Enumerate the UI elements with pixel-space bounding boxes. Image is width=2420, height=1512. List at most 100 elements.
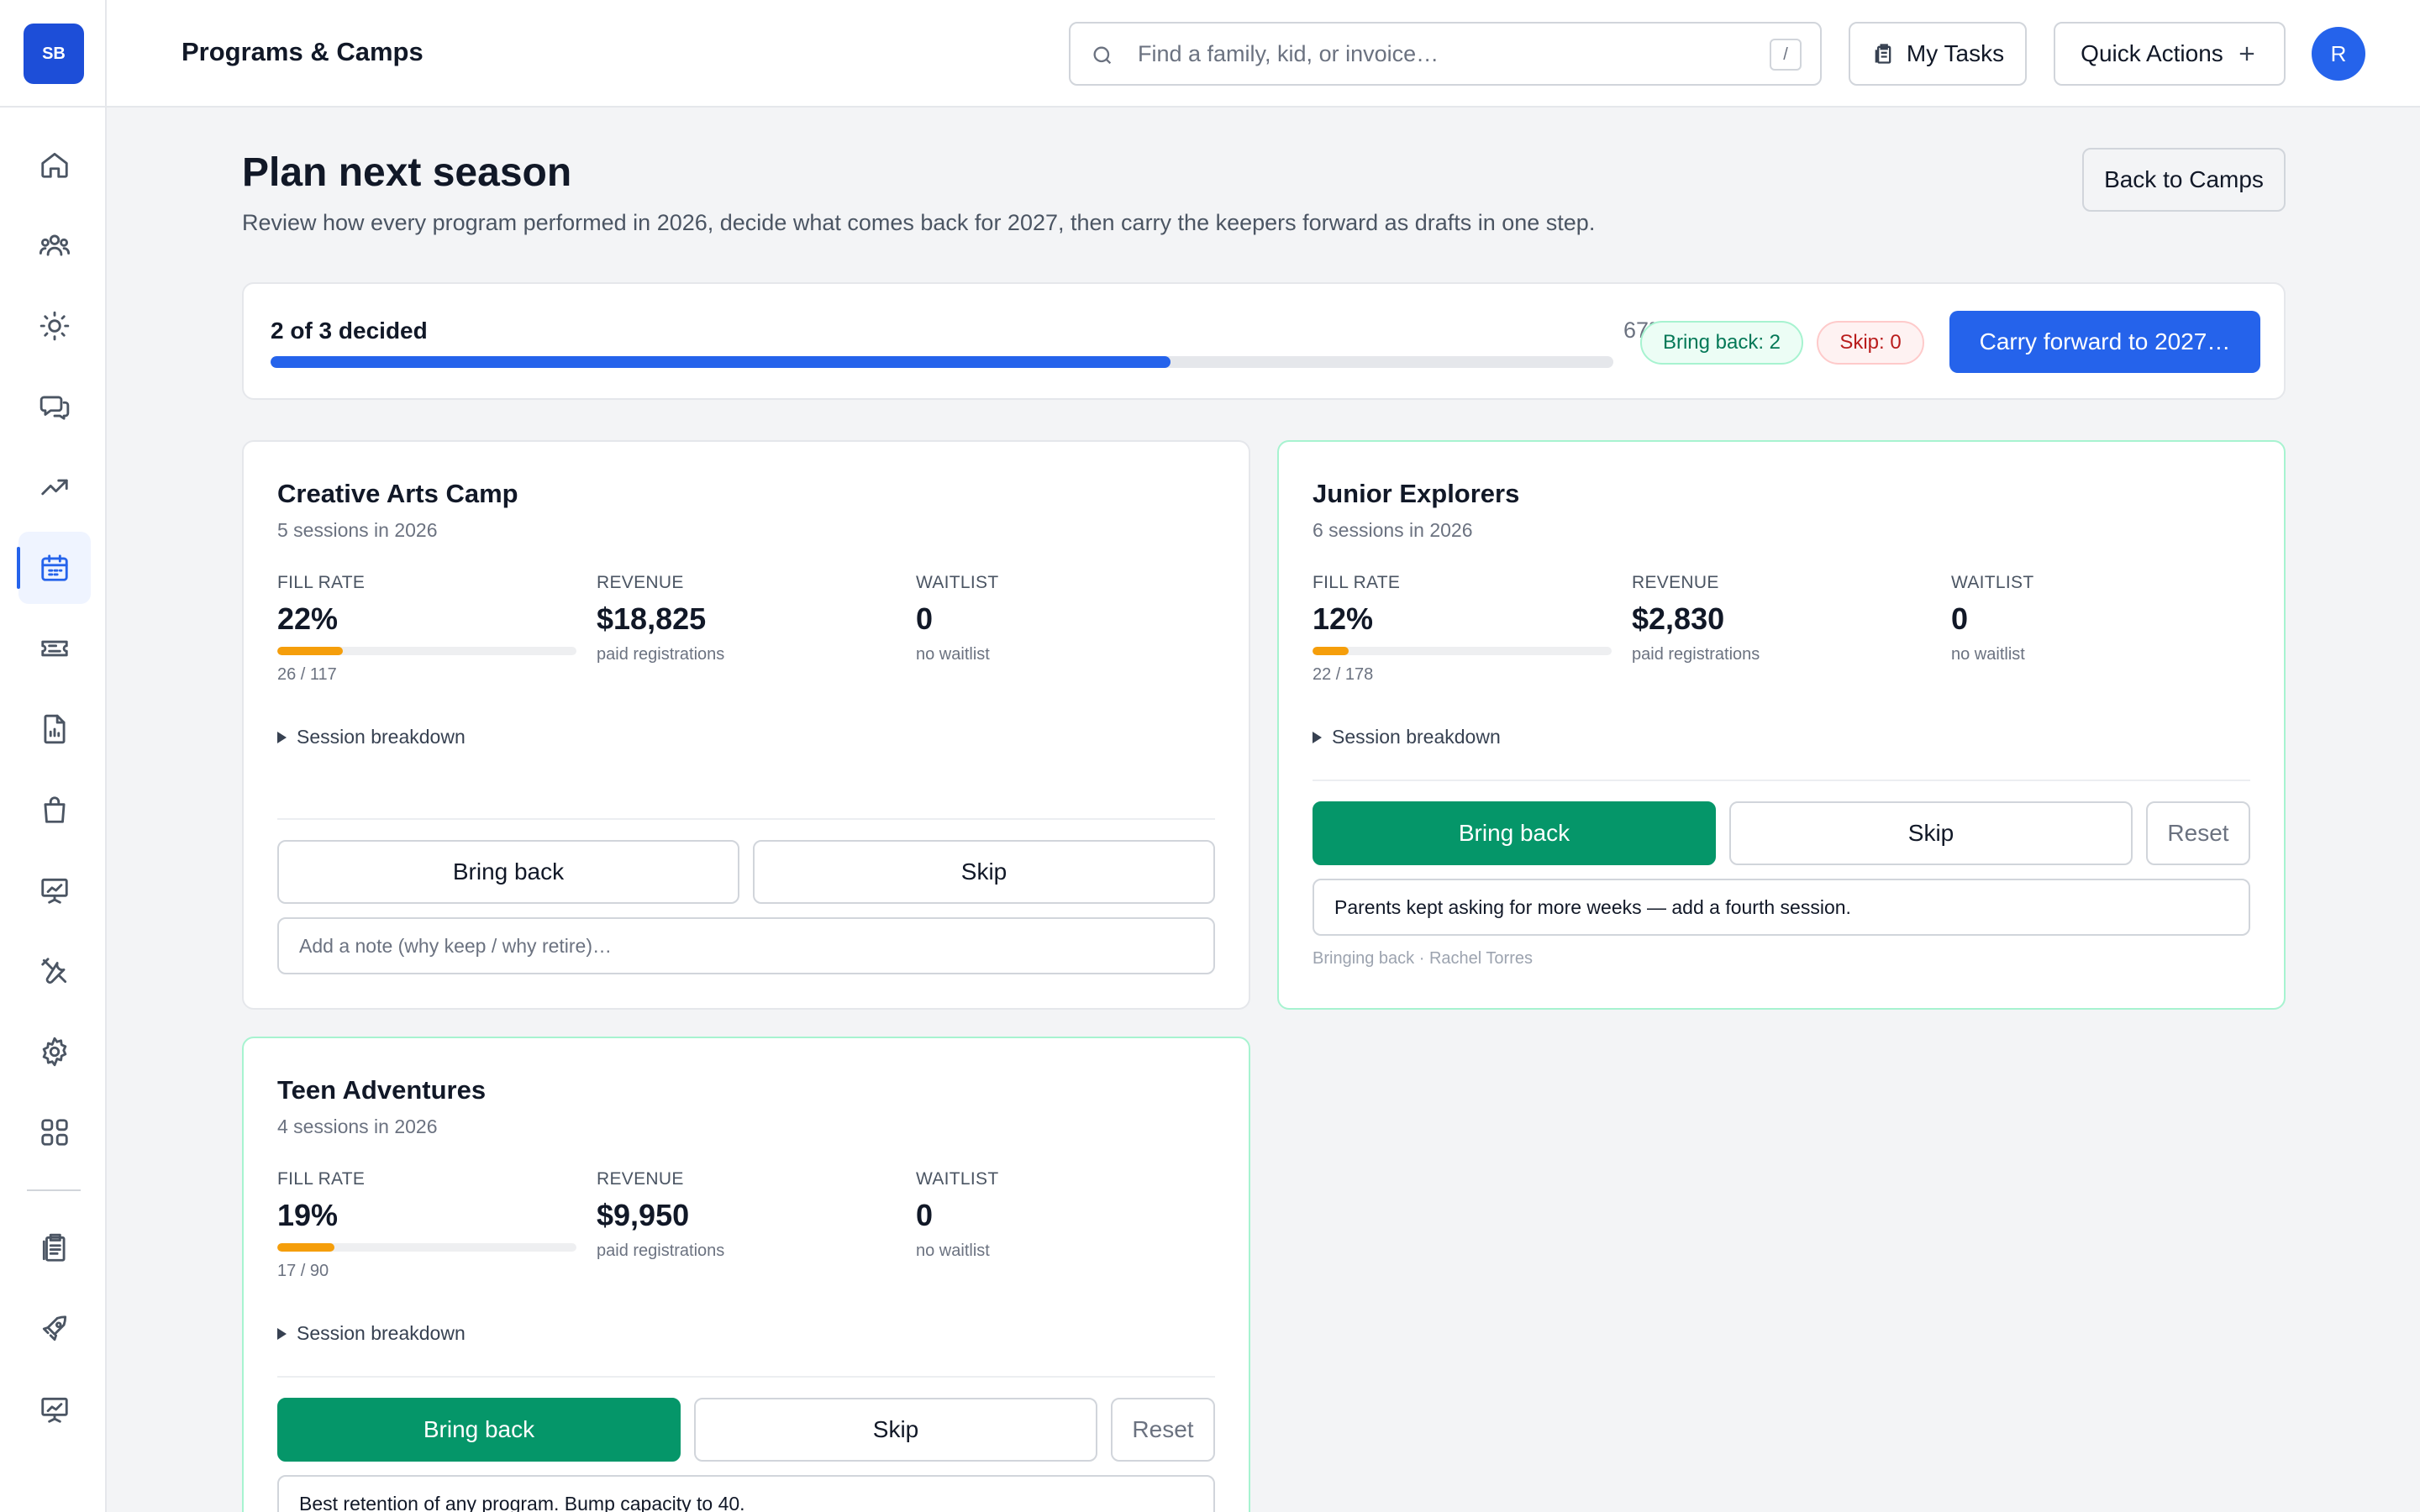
sidebar-item-tools[interactable] [18, 935, 91, 1007]
decision-note-input[interactable] [277, 917, 1215, 974]
fill-rate-label: FILL RATE [1313, 573, 1401, 592]
messages-icon [39, 396, 70, 420]
card-divider [1313, 780, 2250, 781]
fill-rate-bar-fill [277, 647, 344, 655]
quick-actions-button[interactable]: Quick Actions [2054, 22, 2286, 86]
card-divider [277, 818, 1215, 820]
sidebar-item-settings[interactable] [18, 1016, 91, 1088]
skip-count-badge: Skip: 0 [1817, 321, 1924, 365]
decision-status: Bringing back · Rachel Torres [1313, 949, 1533, 968]
fill-rate-bar [277, 647, 576, 655]
fill-count: 26 / 117 [277, 665, 337, 684]
fill-rate-value: 12% [1313, 601, 1374, 636]
decision-note-input[interactable] [1313, 879, 2250, 936]
user-avatar[interactable]: R [2312, 27, 2365, 81]
sidebar-divider [27, 1189, 81, 1191]
my-tasks-button[interactable]: My Tasks [1849, 22, 2027, 86]
disclosure-triangle-icon [277, 1327, 287, 1340]
fill-rate-value: 19% [277, 1198, 339, 1232]
search-input[interactable] [1138, 35, 1726, 72]
back-to-camps-button[interactable]: Back to Camps [2082, 148, 2286, 212]
decision-progress-bar [271, 356, 1613, 368]
sidebar-item-launch[interactable] [18, 1293, 91, 1365]
bring-back-button[interactable]: Bring back [1313, 801, 1716, 865]
waitlist-note: no waitlist [916, 1242, 990, 1260]
revenue-note: paid registrations [597, 1242, 725, 1260]
bring-back-button[interactable]: Bring back [277, 1398, 681, 1462]
decision-note-input[interactable] [277, 1475, 1215, 1512]
tools-icon [41, 958, 67, 984]
session-breakdown-label: Session breakdown [297, 1322, 466, 1344]
sidebar-item-apps[interactable] [18, 1096, 91, 1168]
fill-rate-metric: FILL RATE 19% 17 / 90 [277, 1169, 580, 1281]
session-breakdown-label: Session breakdown [1332, 726, 1501, 748]
revenue-metric: REVENUE $2,830 paid registrations [1632, 573, 1934, 664]
sidebar: SB [0, 0, 107, 1512]
session-breakdown-label: Session breakdown [297, 726, 466, 748]
home-icon [41, 152, 68, 178]
reset-button[interactable]: Reset [2146, 801, 2250, 865]
sidebar-item-messages[interactable] [18, 370, 91, 443]
global-search[interactable]: / [1069, 22, 1822, 86]
sidebar-item-tasks[interactable] [18, 1212, 91, 1284]
skip-button[interactable]: Skip [694, 1398, 1097, 1462]
sidebar-item-families[interactable] [18, 209, 91, 281]
program-title: Creative Arts Camp [277, 479, 518, 508]
skip-button[interactable]: Skip [753, 840, 1215, 904]
bring-back-button[interactable]: Bring back [277, 840, 739, 904]
clipboard-icon [42, 1233, 66, 1262]
disclosure-triangle-icon [1313, 731, 1322, 743]
sidebar-item-trends[interactable] [18, 451, 91, 523]
sidebar-item-home[interactable] [18, 129, 91, 201]
waitlist-note: no waitlist [916, 645, 990, 664]
fill-rate-label: FILL RATE [277, 573, 366, 592]
plus-icon [2239, 46, 2254, 61]
families-icon [39, 234, 71, 256]
page-title: Plan next season [242, 150, 572, 195]
sidebar-item-store[interactable] [18, 774, 91, 846]
decided-count: 2 of 3 decided [271, 318, 428, 344]
revenue-label: REVENUE [1632, 573, 1719, 592]
app-logo[interactable]: SB [24, 24, 84, 84]
reset-button[interactable]: Reset [1111, 1398, 1215, 1462]
fill-rate-label: FILL RATE [277, 1169, 366, 1189]
apps-icon [41, 1119, 68, 1146]
fill-rate-value: 22% [277, 601, 339, 636]
top-bar: Programs & Camps / My Tasks Quick Action… [107, 0, 2420, 108]
revenue-value: $9,950 [597, 1198, 690, 1232]
page-subtitle: Review how every program performed in 20… [242, 210, 1596, 235]
sidebar-item-presentations[interactable] [18, 854, 91, 927]
program-sessions: 6 sessions in 2026 [1313, 519, 1473, 541]
fill-rate-bar [1313, 647, 1612, 655]
sidebar-item-sun[interactable] [18, 290, 91, 362]
presentation-icon [41, 878, 68, 904]
session-breakdown-toggle[interactable]: Session breakdown [1313, 726, 1501, 748]
revenue-note: paid registrations [597, 645, 725, 664]
waitlist-value: 0 [916, 601, 934, 636]
calendar-icon [41, 554, 68, 581]
sidebar-item-programs[interactable] [17, 532, 91, 604]
program-title: Teen Adventures [277, 1075, 487, 1105]
program-card-creative-arts: Creative Arts Camp 5 sessions in 2026 FI… [242, 440, 1250, 1010]
session-breakdown-toggle[interactable]: Session breakdown [277, 726, 466, 748]
decision-progress-panel: 2 of 3 decided 67% Bring back: 2 Skip: 0… [242, 282, 2286, 400]
carry-forward-button[interactable]: Carry forward to 2027… [1949, 311, 2260, 373]
program-title: Junior Explorers [1313, 479, 1520, 508]
trend-icon [41, 479, 68, 496]
sidebar-item-tickets[interactable] [18, 612, 91, 685]
program-card-teen-adventures: Teen Adventures 4 sessions in 2026 FILL … [242, 1037, 1250, 1512]
waitlist-metric: WAITLIST 0 no waitlist [916, 573, 1218, 664]
waitlist-value: 0 [1951, 601, 1969, 636]
search-icon [1093, 46, 1112, 65]
bag-icon [44, 796, 66, 823]
sidebar-item-analytics[interactable] [18, 1373, 91, 1446]
session-breakdown-toggle[interactable]: Session breakdown [277, 1322, 466, 1345]
revenue-value: $2,830 [1632, 601, 1725, 636]
sun-icon [39, 311, 70, 341]
program-sessions: 4 sessions in 2026 [277, 1116, 438, 1137]
sidebar-item-reports[interactable] [18, 693, 91, 765]
waitlist-label: WAITLIST [1951, 573, 2034, 592]
search-shortcut-hint: / [1770, 39, 1802, 71]
skip-button[interactable]: Skip [1729, 801, 2133, 865]
fill-rate-bar-fill [1313, 647, 1349, 655]
